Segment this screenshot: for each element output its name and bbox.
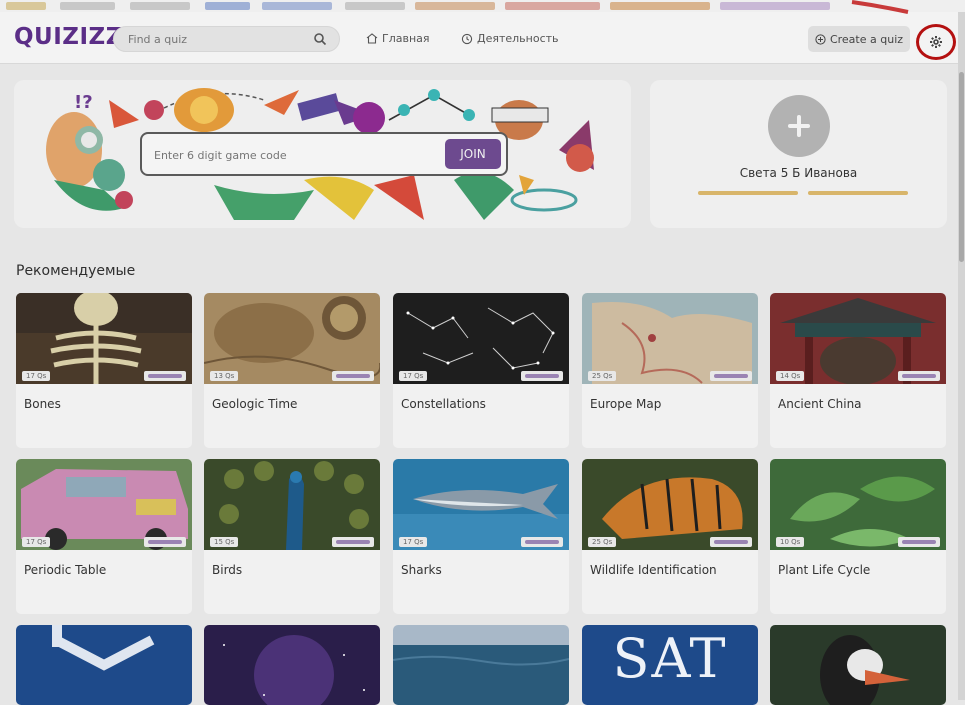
quiz-thumbnail	[393, 625, 569, 705]
bookmark-item[interactable]	[262, 2, 332, 10]
plays-badge	[710, 537, 752, 547]
quiz-card[interactable]: 15 Qs Birds	[204, 459, 380, 614]
plays-badge	[144, 537, 186, 547]
plus-circle-icon	[815, 33, 826, 45]
bookmark-item[interactable]	[60, 2, 115, 10]
quiz-card[interactable]: 25 Qs Europe Map	[582, 293, 758, 448]
nav-activity[interactable]: Деятельность	[461, 32, 559, 45]
quiz-thumbnail	[204, 625, 380, 705]
question-count-badge: 25 Qs	[588, 537, 617, 547]
quiz-card[interactable]	[770, 625, 946, 705]
nav-home-label: Главная	[382, 32, 430, 45]
history-icon	[461, 33, 473, 44]
bookmark-item[interactable]	[610, 2, 710, 10]
quiz-card[interactable]: 17 Qs Constellations	[393, 293, 569, 448]
nav-home[interactable]: Главная	[366, 32, 430, 45]
quiz-card[interactable]: 14 Qs Ancient China	[770, 293, 946, 448]
bookmark-item[interactable]	[205, 2, 250, 10]
quiz-title: Birds	[212, 563, 243, 577]
join-button[interactable]: JOIN	[445, 139, 501, 169]
search-input[interactable]	[128, 31, 308, 47]
create-quiz-button[interactable]: Create a quiz	[808, 26, 910, 52]
question-count-badge: 17 Qs	[399, 371, 428, 381]
page-scrollbar[interactable]	[958, 12, 965, 700]
join-game-box: JOIN	[140, 132, 508, 176]
quiz-title: Plant Life Cycle	[778, 563, 871, 577]
top-navigation-bar: QUIZIZZ Главная Деятельность Create a qu…	[0, 12, 965, 64]
plays-badge	[332, 537, 374, 547]
quiz-title: Geologic Time	[212, 397, 298, 411]
quiz-card[interactable]: 25 Qs Wildlife Identification	[582, 459, 758, 614]
svg-text:!?: !?	[74, 92, 93, 113]
avatar[interactable]	[768, 95, 830, 157]
plus-icon	[788, 115, 810, 137]
plays-badge	[898, 371, 940, 381]
search-box[interactable]	[113, 26, 340, 52]
quiz-card[interactable]	[204, 625, 380, 705]
question-count-badge: 15 Qs	[210, 537, 239, 547]
quiz-card[interactable]: 17 Qs Sharks	[393, 459, 569, 614]
question-count-badge: 25 Qs	[588, 371, 617, 381]
question-count-badge: 17 Qs	[22, 371, 51, 381]
plays-badge	[898, 537, 940, 547]
quiz-card[interactable]	[16, 625, 192, 705]
quiz-title: Wildlife Identification	[590, 563, 717, 577]
annotation-arrow-icon	[851, 0, 909, 14]
question-count-badge: 10 Qs	[776, 537, 805, 547]
quiz-thumbnail	[770, 625, 946, 705]
profile-name: Света 5 Б Иванова	[739, 166, 858, 180]
plays-badge	[332, 371, 374, 381]
quiz-title: Constellations	[401, 397, 486, 411]
quiz-card[interactable]: SAT	[582, 625, 758, 705]
question-count-badge: 14 Qs	[776, 371, 805, 381]
nav-activity-label: Деятельность	[477, 32, 559, 45]
plays-badge	[710, 371, 752, 381]
quiz-card[interactable]: 17 Qs Bones	[16, 293, 192, 448]
plays-badge	[521, 537, 563, 547]
bookmark-item[interactable]	[130, 2, 190, 10]
bookmark-item[interactable]	[720, 2, 830, 10]
bookmarks-bar	[0, 0, 965, 12]
sat-logo-text: SAT	[612, 627, 728, 690]
bookmark-item[interactable]	[505, 2, 600, 10]
profile-card: Света 5 Б Иванова	[650, 80, 947, 228]
question-count-badge: 13 Qs	[210, 371, 239, 381]
quiz-title: Periodic Table	[24, 563, 107, 577]
settings-button[interactable]	[916, 24, 956, 60]
create-quiz-label: Create a quiz	[829, 32, 904, 46]
scrollbar-thumb[interactable]	[959, 72, 964, 262]
plays-badge	[521, 371, 563, 381]
bookmark-item[interactable]	[6, 2, 46, 10]
quiz-title: Bones	[24, 397, 61, 411]
recommended-section-title: Рекомендуемые	[16, 263, 136, 279]
question-count-badge: 17 Qs	[22, 537, 51, 547]
search-icon[interactable]	[313, 32, 327, 46]
join-game-banner: !? JOIN	[14, 80, 631, 228]
quizizz-logo[interactable]: QUIZIZZ	[14, 24, 123, 50]
bookmark-item[interactable]	[415, 2, 495, 10]
quiz-title: Europe Map	[590, 397, 662, 411]
bookmark-item[interactable]	[345, 2, 405, 10]
quiz-card[interactable]: 17 Qs Periodic Table	[16, 459, 192, 614]
quiz-card[interactable]	[393, 625, 569, 705]
quiz-card[interactable]: 10 Qs Plant Life Cycle	[770, 459, 946, 614]
gear-icon	[930, 36, 942, 48]
game-code-input[interactable]	[154, 146, 434, 164]
quiz-title: Ancient China	[778, 397, 862, 411]
profile-links[interactable]	[650, 188, 947, 198]
plays-badge	[144, 371, 186, 381]
question-count-badge: 17 Qs	[399, 537, 428, 547]
quiz-card[interactable]: 13 Qs Geologic Time	[204, 293, 380, 448]
home-icon	[366, 33, 378, 44]
quiz-title: Sharks	[401, 563, 442, 577]
quiz-thumbnail	[16, 625, 192, 705]
